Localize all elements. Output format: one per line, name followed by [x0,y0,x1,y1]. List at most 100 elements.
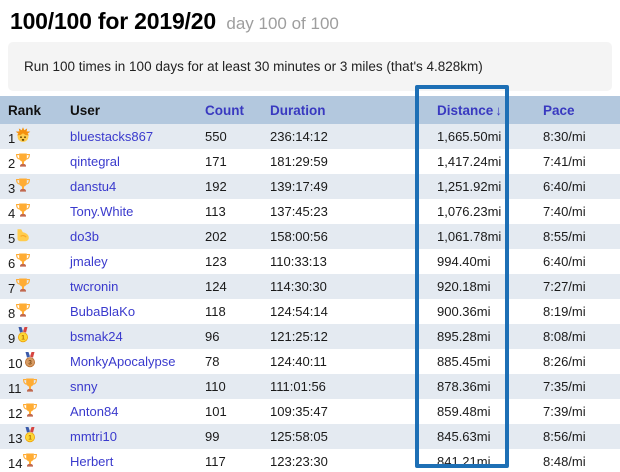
count-value: 550 [197,124,262,149]
rank-cell: 7 [8,281,31,296]
user-link[interactable]: Herbert [70,454,113,469]
table-row: 103 MonkyApocalypse 78 124:40:11 885.45m… [0,349,620,374]
distance-value: 885.45mi [429,349,535,374]
leaderboard-table: Rank User Count Duration Distance↓ Pace … [0,96,620,472]
duration-value: 121:25:12 [262,324,429,349]
user-link[interactable]: snny [70,379,97,394]
duration-value: 114:30:30 [262,274,429,299]
trophy-icon [15,152,31,168]
duration-value: 181:29:59 [262,149,429,174]
user-link[interactable]: Anton84 [70,404,118,419]
trophy-icon [15,302,31,318]
rank-number: 3 [8,181,15,196]
rank-number: 10 [8,356,22,371]
rank-cell: 14 [8,456,38,471]
gold-medal-icon: 1 [15,327,31,343]
count-value: 96 [197,324,262,349]
user-link[interactable]: BubaBlaKo [70,304,135,319]
distance-value: 895.28mi [429,324,535,349]
table-row: 91 bsmak24 96 121:25:12 895.28mi 8:08/mi [0,324,620,349]
pace-value: 7:39/mi [535,399,620,424]
column-header-count[interactable]: Count [197,96,262,124]
table-row: 5 do3b 202 158:00:56 1,061.78mi 8:55/mi [0,224,620,249]
duration-value: 158:00:56 [262,224,429,249]
distance-value: 1,417.24mi [429,149,535,174]
rank-cell: 91 [8,331,31,346]
distance-value: 841.21mi [429,449,535,472]
user-link[interactable]: qintegral [70,154,120,169]
distance-value: 859.48mi [429,399,535,424]
distance-value: 900.36mi [429,299,535,324]
duration-value: 109:35:47 [262,399,429,424]
trophy-icon [15,277,31,293]
bronze-medal-icon: 3 [22,352,38,368]
distance-value: 994.40mi [429,249,535,274]
duration-value: 139:17:49 [262,174,429,199]
trophy-icon [15,202,31,218]
trophy-icon [22,452,38,468]
user-link[interactable]: danstu4 [70,179,116,194]
count-value: 113 [197,199,262,224]
rank-cell: 8 [8,306,31,321]
duration-value: 124:54:14 [262,299,429,324]
day-progress-label: day 100 of 100 [226,14,338,33]
table-row: 11 snny 110 111:01:56 878.36mi 7:35/mi [0,374,620,399]
table-row: 1 bluestacks867 550 236:14:12 1,665.50mi… [0,124,620,149]
count-value: 124 [197,274,262,299]
user-link[interactable]: mmtri10 [70,429,117,444]
leaderboard-page: 100/100 for 2019/20 day 100 of 100 Run 1… [0,0,620,472]
table-row: 14 Herbert 117 123:23:30 841.21mi 8:48/m… [0,449,620,472]
distance-value: 1,076.23mi [429,199,535,224]
count-value: 202 [197,224,262,249]
rank-number: 5 [8,231,15,246]
pace-value: 8:26/mi [535,349,620,374]
pace-value: 6:40/mi [535,249,620,274]
rank-number: 6 [8,256,15,271]
table-row: 8 BubaBlaKo 118 124:54:14 900.36mi 8:19/… [0,299,620,324]
page-title: 100/100 for 2019/20 [10,8,216,34]
page-header: 100/100 for 2019/20 day 100 of 100 [0,0,620,42]
table-header-row: Rank User Count Duration Distance↓ Pace [0,96,620,124]
duration-value: 111:01:56 [262,374,429,399]
count-value: 101 [197,399,262,424]
count-value: 118 [197,299,262,324]
column-header-duration[interactable]: Duration [262,96,429,124]
rank-number: 9 [8,331,15,346]
duration-value: 124:40:11 [262,349,429,374]
distance-value: 1,251.92mi [429,174,535,199]
gold-medal-icon: 1 [22,427,38,443]
rank-cell: 3 [8,181,31,196]
user-link[interactable]: jmaley [70,254,108,269]
count-value: 110 [197,374,262,399]
svg-text:1: 1 [21,335,25,342]
table-row: 131 mmtri10 99 125:58:05 845.63mi 8:56/m… [0,424,620,449]
duration-value: 236:14:12 [262,124,429,149]
user-link[interactable]: bsmak24 [70,329,123,344]
duration-value: 125:58:05 [262,424,429,449]
user-link[interactable]: twcronin [70,279,118,294]
pace-value: 8:08/mi [535,324,620,349]
pace-value: 7:27/mi [535,274,620,299]
count-value: 78 [197,349,262,374]
duration-value: 123:23:30 [262,449,429,472]
flexed-biceps-icon [15,227,31,243]
rank-cell: 5 [8,231,31,246]
pace-value: 8:48/mi [535,449,620,472]
pace-value: 6:40/mi [535,174,620,199]
column-header-pace[interactable]: Pace [535,96,620,124]
user-link[interactable]: MonkyApocalypse [70,354,176,369]
table-row: 12 Anton84 101 109:35:47 859.48mi 7:39/m… [0,399,620,424]
table-row: 4 Tony.White 113 137:45:23 1,076.23mi 7:… [0,199,620,224]
pace-value: 8:30/mi [535,124,620,149]
duration-value: 137:45:23 [262,199,429,224]
trophy-icon [15,177,31,193]
user-link[interactable]: Tony.White [70,204,133,219]
count-value: 123 [197,249,262,274]
pace-value: 7:41/mi [535,149,620,174]
user-link[interactable]: do3b [70,229,99,244]
rank-cell: 131 [8,431,38,446]
column-header-distance[interactable]: Distance↓ [429,96,535,124]
trophy-icon [22,402,38,418]
user-link[interactable]: bluestacks867 [70,129,153,144]
distance-value: 878.36mi [429,374,535,399]
